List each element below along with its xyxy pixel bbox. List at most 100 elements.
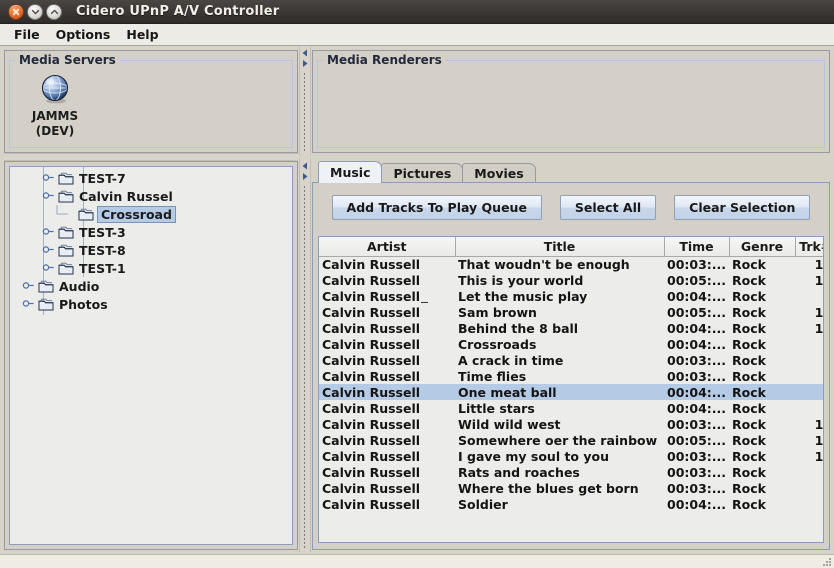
cell-artist: Calvin Russell (322, 336, 421, 352)
tab-movies[interactable]: Movies (462, 163, 536, 183)
tree-node[interactable]: TEST-1 (10, 259, 292, 277)
bottom-vertical-splitter[interactable] (299, 159, 311, 552)
tree-expand-handle[interactable] (22, 297, 34, 309)
media-servers-panel: Media Servers JAMMS (DEV) (4, 50, 298, 153)
clear-selection-button[interactable]: Clear Selection (674, 195, 811, 220)
menu-help[interactable]: Help (120, 25, 168, 45)
tree-expand-handle-icon[interactable] (42, 261, 55, 274)
close-button[interactable] (8, 3, 24, 20)
tree-node[interactable]: TEST-7 (10, 169, 292, 187)
top-vertical-splitter[interactable] (299, 46, 311, 155)
table-row[interactable]: Calvin Russell Behind the 8 ball 00:04:...… (319, 320, 823, 336)
media-renderers-border (317, 60, 825, 148)
table-row[interactable]: Calvin Russell Somewhere oer the rainbow 0… (319, 432, 823, 448)
tree-expand-handle[interactable] (42, 261, 54, 273)
tree-node-label: TEST-1 (79, 260, 126, 276)
menu-file[interactable]: File (8, 25, 50, 45)
cell-genre: Rock (732, 448, 766, 464)
table-row[interactable]: Calvin Russell This is your world 00:05:..… (319, 272, 824, 288)
table-row[interactable]: Calvin Russell Little stars 00:04:... Rock 7 (319, 400, 823, 416)
cell-genre: Rock (732, 368, 766, 384)
table-row[interactable]: Calvin Russell Wild wild west 00:03:... Roc… (319, 416, 823, 432)
cell-title: Somewhere oer the rainbow (458, 432, 658, 448)
table-row[interactable]: Calvin Russell I gave my soul to you 00:03… (319, 448, 823, 464)
table-row[interactable]: Calvin Russell Crossroads 00:04:... Rock 9 (319, 336, 823, 352)
tree-expand-handle-icon[interactable] (42, 189, 55, 202)
table-row[interactable]: Calvin Russell Let the music play 00:04:..… (319, 288, 823, 304)
tree-node[interactable]: Photos (10, 295, 292, 313)
cell-title: Behind the 8 ball (458, 320, 579, 336)
cell-trk: 13 (814, 272, 824, 288)
tree-node-label: Photos (59, 296, 108, 312)
cell-trk: 1 (795, 480, 823, 496)
table-row[interactable]: Calvin Russell Sam brown 00:05:... Rock 11 (319, 304, 823, 320)
tree-expand-handle[interactable] (22, 279, 34, 291)
table-row[interactable]: Calvin Russell Soldier 00:04:... Rock 6 (319, 496, 823, 512)
music-tab-pane: Add Tracks To Play Queue Select All Clear … (312, 182, 830, 550)
cell-title: That woudn't be enough (458, 256, 630, 272)
table-row[interactable]: Calvin Russell That woudn't be enough 00:0… (319, 256, 823, 272)
tree-node[interactable]: TEST-3 (10, 223, 292, 241)
media-tree-panel: TEST-7 Calvin Russel Crossroad TEST-3 TEST-8… (4, 161, 298, 550)
tree-expand-handle-icon[interactable] (42, 243, 55, 256)
tracks-table-scrollpane[interactable]: Artist Title Time Genre Trk# Calvin Russ… (318, 236, 824, 543)
application-body: Media Servers JAMMS (DEV) Media Renderer… (0, 46, 834, 554)
cell-time: 00:04:... (667, 336, 727, 352)
column-header-genre[interactable]: Genre (729, 237, 796, 257)
tree-expand-handle[interactable] (42, 243, 54, 255)
tree-expand-handle[interactable] (42, 225, 54, 237)
table-row[interactable]: Calvin Russell Where the blues get born 00… (319, 480, 823, 496)
cell-trk: 3 (795, 288, 823, 304)
splitter-arrow-icons-bottom[interactable] (301, 161, 309, 183)
cell-artist: Calvin Russell (322, 272, 421, 288)
tree-expand-handle[interactable] (42, 171, 54, 183)
table-row[interactable]: Calvin Russell Time flies 00:03:... Rock 5 (319, 368, 823, 384)
left-horizontal-splitter[interactable] (4, 153, 298, 161)
menu-options[interactable]: Options (50, 25, 121, 45)
tracks-table-body[interactable]: Calvin Russell That woudn't be enough 00:0… (319, 256, 824, 512)
cell-trk: 9 (795, 336, 823, 352)
chevron-up-icon (50, 9, 58, 14)
cell-genre: Rock (732, 336, 766, 352)
tree-expand-handle-icon[interactable] (42, 171, 55, 184)
tree-expand-handle-icon[interactable] (42, 225, 55, 238)
tree-expand-handle[interactable] (42, 189, 54, 201)
tree-expand-handle-icon[interactable] (22, 279, 35, 292)
tracks-table-header-row: Artist Title Time Genre Trk# (319, 237, 823, 257)
tab-label: Movies (474, 166, 524, 181)
tree-node[interactable]: Calvin Russel (10, 187, 292, 205)
maximize-button[interactable] (46, 3, 62, 20)
table-row[interactable]: Calvin Russell A crack in time 00:03:... Ro… (319, 352, 823, 368)
minimize-button[interactable] (27, 3, 43, 20)
column-header-time[interactable]: Time (664, 237, 730, 257)
select-all-button[interactable]: Select All (559, 195, 657, 220)
table-row[interactable]: Calvin Russell Rats and roaches 00:03:... R… (319, 464, 823, 480)
media-server-name: JAMMS (DEV) (31, 109, 79, 138)
cell-trk: 2 (795, 384, 823, 400)
tree-node[interactable]: Audio (10, 277, 292, 295)
media-tree[interactable]: TEST-7 Calvin Russel Crossroad TEST-3 TEST-8… (10, 167, 292, 315)
tab-pictures[interactable]: Pictures (381, 163, 464, 183)
tree-node[interactable]: TEST-8 (10, 241, 292, 259)
add-tracks-to-play-queue-button[interactable]: Add Tracks To Play Queue (331, 195, 542, 220)
tree-expand-handle-icon[interactable] (22, 297, 35, 310)
button-label: Select All (574, 200, 642, 215)
cell-genre: Rock (732, 320, 766, 336)
media-server-item[interactable]: JAMMS (DEV) (19, 73, 91, 139)
tracks-table[interactable]: Artist Title Time Genre Trk# Calvin Russ… (319, 237, 824, 512)
column-header-title[interactable]: Title (455, 237, 665, 257)
cell-genre: Rock (732, 256, 766, 272)
tab-music[interactable]: Music (318, 161, 383, 183)
tree-node[interactable]: Crossroad (10, 205, 292, 223)
table-row[interactable]: Calvin Russell One meat ball 00:04:... Rock… (319, 384, 823, 400)
resize-grip-icon[interactable] (820, 557, 832, 567)
cell-time: 00:04:... (667, 400, 727, 416)
cell-genre: Rock (732, 464, 766, 480)
media-tree-scrollpane[interactable]: TEST-7 Calvin Russel Crossroad TEST-3 TEST-8… (9, 166, 293, 545)
cell-artist: Calvin Russell (322, 464, 421, 480)
splitter-arrow-icons[interactable] (301, 48, 309, 70)
chevron-down-icon (31, 9, 39, 14)
column-header-artist[interactable]: Artist (319, 237, 456, 257)
tracks-table-head: Artist Title Time Genre Trk# (319, 237, 823, 257)
column-header-trk[interactable]: Trk# (795, 237, 823, 257)
